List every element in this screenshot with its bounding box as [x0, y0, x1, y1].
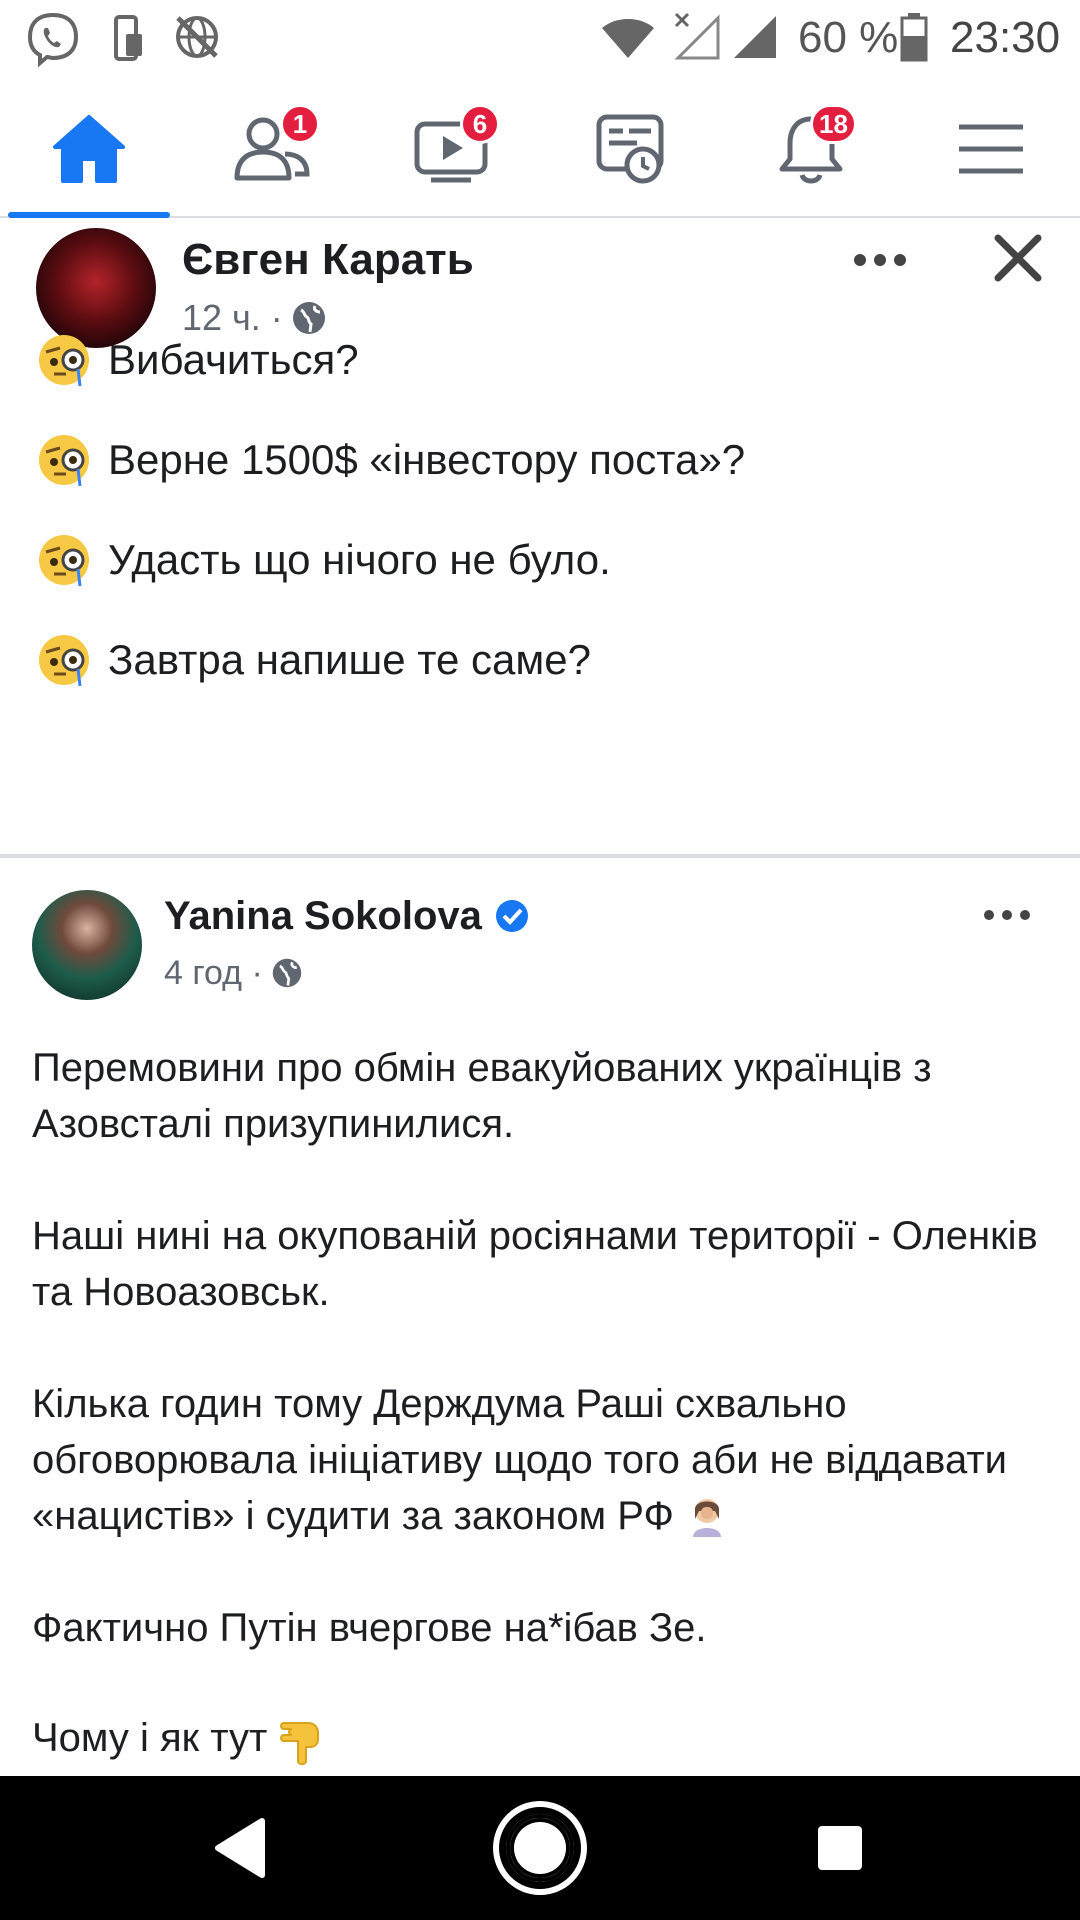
- verified-badge-icon: [495, 900, 528, 932]
- battery-icon: [900, 13, 928, 62]
- dot: [1020, 910, 1030, 920]
- home-icon: [53, 115, 125, 183]
- top-nav-bar: 1 6 18: [0, 76, 1080, 218]
- dot: [984, 910, 994, 920]
- post-line: Вибачиться?: [36, 332, 359, 388]
- globe-off-icon: [176, 16, 218, 58]
- post-line: Удасть що нічого не було.: [36, 532, 611, 588]
- post-paragraph: Чому і як тут: [32, 1716, 268, 1760]
- post-line-text: Удасть що нічого не було.: [108, 536, 611, 583]
- post-line: Завтра напише те саме?: [36, 632, 591, 688]
- nav-memories[interactable]: [576, 104, 686, 194]
- post-card: Yanina Sokolova 4 год · Перемовини про о…: [0, 858, 1080, 1776]
- avatar[interactable]: [32, 890, 142, 1000]
- nav-watch[interactable]: 6: [396, 104, 506, 194]
- signal-off-icon: [674, 12, 720, 60]
- post-paragraph: Фактично Путін вчергове на*ібав Зе.: [32, 1606, 707, 1650]
- post-line: Верне 1500$ «інвестору поста»?: [36, 432, 745, 488]
- post-line-text: Верне 1500$ «інвестору поста»?: [108, 436, 746, 483]
- monocle-face-emoji-icon: [39, 335, 89, 387]
- dot: [874, 254, 886, 266]
- post-paragraph: Наші нині на окупованій росіянами терито…: [32, 1214, 1038, 1314]
- home-button[interactable]: [490, 1798, 590, 1898]
- nav-notifications[interactable]: 18: [756, 104, 866, 194]
- post-author-row: Yanina Sokolova: [164, 890, 530, 942]
- post-paragraph-wrap: Чому і як тут: [32, 1710, 1052, 1766]
- post-paragraph: Перемовини про обмін евакуйованих україн…: [32, 1046, 932, 1146]
- post-paragraph: Кілька годин тому Держдума Раші схвально…: [32, 1382, 1007, 1538]
- dot: [894, 254, 906, 266]
- friends-badge: 1: [280, 104, 320, 144]
- pointing-down-emoji-icon: [280, 1722, 320, 1765]
- memories-icon: [596, 114, 664, 184]
- monocle-face-emoji-icon: [39, 435, 89, 487]
- post-author[interactable]: Євген Карать: [182, 232, 474, 288]
- back-button[interactable]: [190, 1798, 290, 1898]
- monocle-face-emoji-icon: [39, 535, 89, 587]
- clock: 23:30: [950, 13, 1061, 62]
- globe-icon: [272, 958, 302, 988]
- signal-icon: [734, 16, 776, 58]
- close-icon[interactable]: [990, 230, 1046, 286]
- nav-friends[interactable]: 1: [216, 104, 326, 194]
- post-more-button[interactable]: [854, 254, 906, 266]
- post-paragraph-wrap: Кілька годин тому Держдума Раші схвально…: [32, 1376, 1052, 1544]
- wifi-icon: [602, 19, 654, 58]
- post-author[interactable]: Yanina Sokolova: [164, 890, 482, 942]
- nav-menu[interactable]: [936, 104, 1046, 194]
- notifications-badge: 18: [810, 104, 857, 144]
- recents-square-icon: [818, 1826, 862, 1870]
- monocle-face-emoji-icon: [39, 635, 89, 687]
- home-circle-icon: [493, 1801, 587, 1895]
- nav-home[interactable]: [34, 104, 144, 194]
- menu-icon: [959, 124, 1023, 174]
- recents-button[interactable]: [790, 1798, 890, 1898]
- watch-badge: 6: [460, 104, 500, 144]
- avatar[interactable]: [36, 228, 156, 348]
- post-time[interactable]: 4 год ·: [164, 950, 263, 996]
- viber-icon: [27, 12, 79, 68]
- post-meta: 4 год ·: [164, 950, 303, 996]
- status-bar: 60 % 23:30: [0, 0, 1080, 76]
- back-triangle-icon: [215, 1818, 265, 1878]
- post-line-text: Завтра напише те саме?: [108, 636, 591, 683]
- battery-percent: 60 %: [798, 13, 899, 62]
- post-line-text: Вибачиться?: [108, 336, 359, 383]
- dot: [854, 254, 866, 266]
- dot: [1002, 910, 1012, 920]
- phone-sim-icon: [114, 15, 142, 61]
- facepalm-emoji-icon: [692, 1499, 721, 1537]
- system-nav-bar: [0, 1776, 1080, 1920]
- post-card: Євген Карать 12 ч. · Вибачиться? Верне 1…: [0, 218, 1080, 854]
- post-more-button[interactable]: [984, 910, 1030, 920]
- globe-icon: [292, 302, 325, 334]
